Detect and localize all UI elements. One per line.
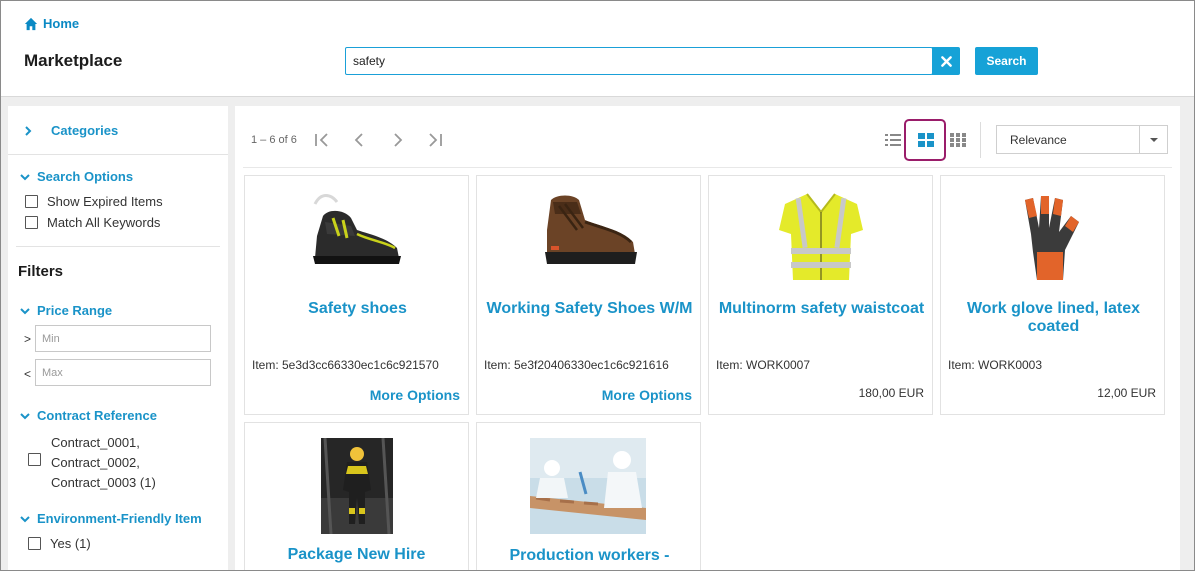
product-price: 12,00 EUR — [1097, 386, 1156, 400]
contract-reference-toggle[interactable]: Contract Reference — [20, 408, 157, 423]
clear-search-button[interactable] — [932, 47, 960, 75]
environment-friendly-checkbox[interactable] — [28, 537, 41, 550]
filters-title-row: Filters — [18, 263, 63, 280]
product-card[interactable]: Working Safety Shoes W/M Item: 5e3f20406… — [476, 175, 701, 415]
product-card[interactable]: Multinorm safety waistcoat Item: WORK000… — [708, 175, 933, 415]
home-link[interactable]: Home — [24, 16, 79, 31]
product-title[interactable]: Package New Hire — [252, 546, 461, 564]
environment-friendly-toggle[interactable]: Environment-Friendly Item — [20, 511, 202, 526]
results-range: 1 – 6 of 6 — [251, 134, 297, 146]
next-page-icon[interactable] — [388, 131, 408, 149]
product-title[interactable]: Working Safety Shoes W/M — [485, 300, 694, 318]
show-expired-checkbox[interactable] — [25, 195, 38, 208]
product-image — [313, 194, 401, 264]
product-title[interactable]: Work glove lined, latex coated — [949, 300, 1158, 336]
categories-toggle[interactable]: Categories — [23, 123, 118, 138]
product-item-id: Item: 5e3f20406330ec1c6c921616 — [484, 358, 669, 372]
sort-dropdown[interactable]: Relevance — [996, 125, 1168, 154]
product-item-id: Item: WORK0007 — [716, 358, 811, 372]
home-label: Home — [43, 16, 80, 31]
product-image — [779, 193, 863, 280]
results-panel: 1 – 6 of 6 Relevance Safety shoes Item: … — [235, 106, 1180, 570]
filters-title: Filters — [18, 263, 64, 280]
contract-option-line: Contract_0003 (1) — [51, 475, 156, 490]
search-input[interactable] — [345, 47, 933, 75]
product-card[interactable]: Production workers - — [476, 422, 701, 570]
show-expired-option[interactable]: Show Expired Items — [25, 194, 163, 209]
divider — [8, 154, 228, 155]
product-item-id: Item: 5e3d3cc66330ec1c6c921570 — [252, 358, 439, 372]
contract-reference-option[interactable]: Contract_0001, Contract_0002, Contract_0… — [51, 433, 156, 493]
match-all-keywords-checkbox[interactable] — [25, 216, 38, 229]
product-price: 180,00 EUR — [858, 386, 924, 400]
toolbar-divider — [980, 122, 981, 158]
chevron-right-icon — [25, 125, 32, 136]
chevron-down-icon — [20, 412, 30, 419]
product-item-id: Item: WORK0003 — [948, 358, 1043, 372]
environment-friendly-label: Yes (1) — [50, 536, 91, 551]
chevron-down-icon — [20, 173, 30, 180]
product-card[interactable]: Work glove lined, latex coated Item: WOR… — [940, 175, 1165, 415]
chevron-down-icon — [20, 515, 30, 522]
caret-down-icon — [1139, 126, 1167, 153]
search-options-title: Search Options — [37, 169, 134, 184]
sidebar: Categories Search Options Show Expired I… — [8, 106, 228, 570]
previous-page-icon[interactable] — [349, 131, 369, 149]
price-max-input[interactable] — [35, 359, 211, 386]
sort-selected-value: Relevance — [1010, 132, 1067, 147]
product-image — [321, 438, 393, 534]
first-page-icon[interactable] — [312, 131, 332, 149]
product-title[interactable]: Production workers - — [485, 547, 694, 565]
price-range-toggle[interactable]: Price Range — [20, 303, 112, 318]
product-card[interactable]: Safety shoes Item: 5e3d3cc66330ec1c6c921… — [244, 175, 469, 415]
price-min-input[interactable] — [35, 325, 211, 352]
environment-friendly-option[interactable]: Yes (1) — [28, 536, 91, 551]
product-title[interactable]: Multinorm safety waistcoat — [717, 300, 926, 318]
contract-option-line: Contract_0001, — [51, 435, 140, 450]
environment-friendly-title: Environment-Friendly Item — [37, 511, 202, 526]
last-page-icon[interactable] — [425, 131, 445, 149]
product-title[interactable]: Safety shoes — [253, 300, 462, 318]
home-icon — [24, 17, 38, 30]
product-image — [1025, 196, 1079, 280]
min-prefix: > — [24, 332, 32, 346]
more-options-link[interactable]: More Options — [602, 387, 692, 403]
search-button[interactable]: Search — [975, 47, 1038, 75]
show-expired-label: Show Expired Items — [47, 194, 163, 209]
categories-label: Categories — [51, 123, 119, 138]
page-title: Marketplace — [24, 51, 123, 70]
product-image — [530, 438, 646, 534]
more-options-link[interactable]: More Options — [370, 387, 460, 403]
contract-reference-checkbox[interactable] — [28, 453, 41, 466]
product-image — [545, 195, 637, 264]
chevron-down-icon — [20, 307, 30, 314]
app-window: Home Marketplace Search Categories Searc… — [0, 0, 1195, 571]
divider — [16, 246, 220, 247]
price-range-title: Price Range — [37, 303, 113, 318]
close-icon — [940, 55, 952, 67]
grid-view-icon[interactable] — [917, 132, 935, 148]
compact-grid-view-icon[interactable] — [949, 132, 967, 148]
page-header: Home Marketplace Search — [1, 1, 1194, 97]
match-all-keywords-label: Match All Keywords — [47, 215, 161, 230]
list-view-icon[interactable] — [884, 132, 902, 148]
max-prefix: < — [24, 367, 32, 381]
contract-option-line: Contract_0002, — [51, 455, 140, 470]
toolbar-divider — [243, 167, 1172, 168]
contract-reference-title: Contract Reference — [37, 408, 157, 423]
search-options-toggle[interactable]: Search Options — [20, 169, 133, 184]
match-all-keywords-option[interactable]: Match All Keywords — [25, 215, 160, 230]
